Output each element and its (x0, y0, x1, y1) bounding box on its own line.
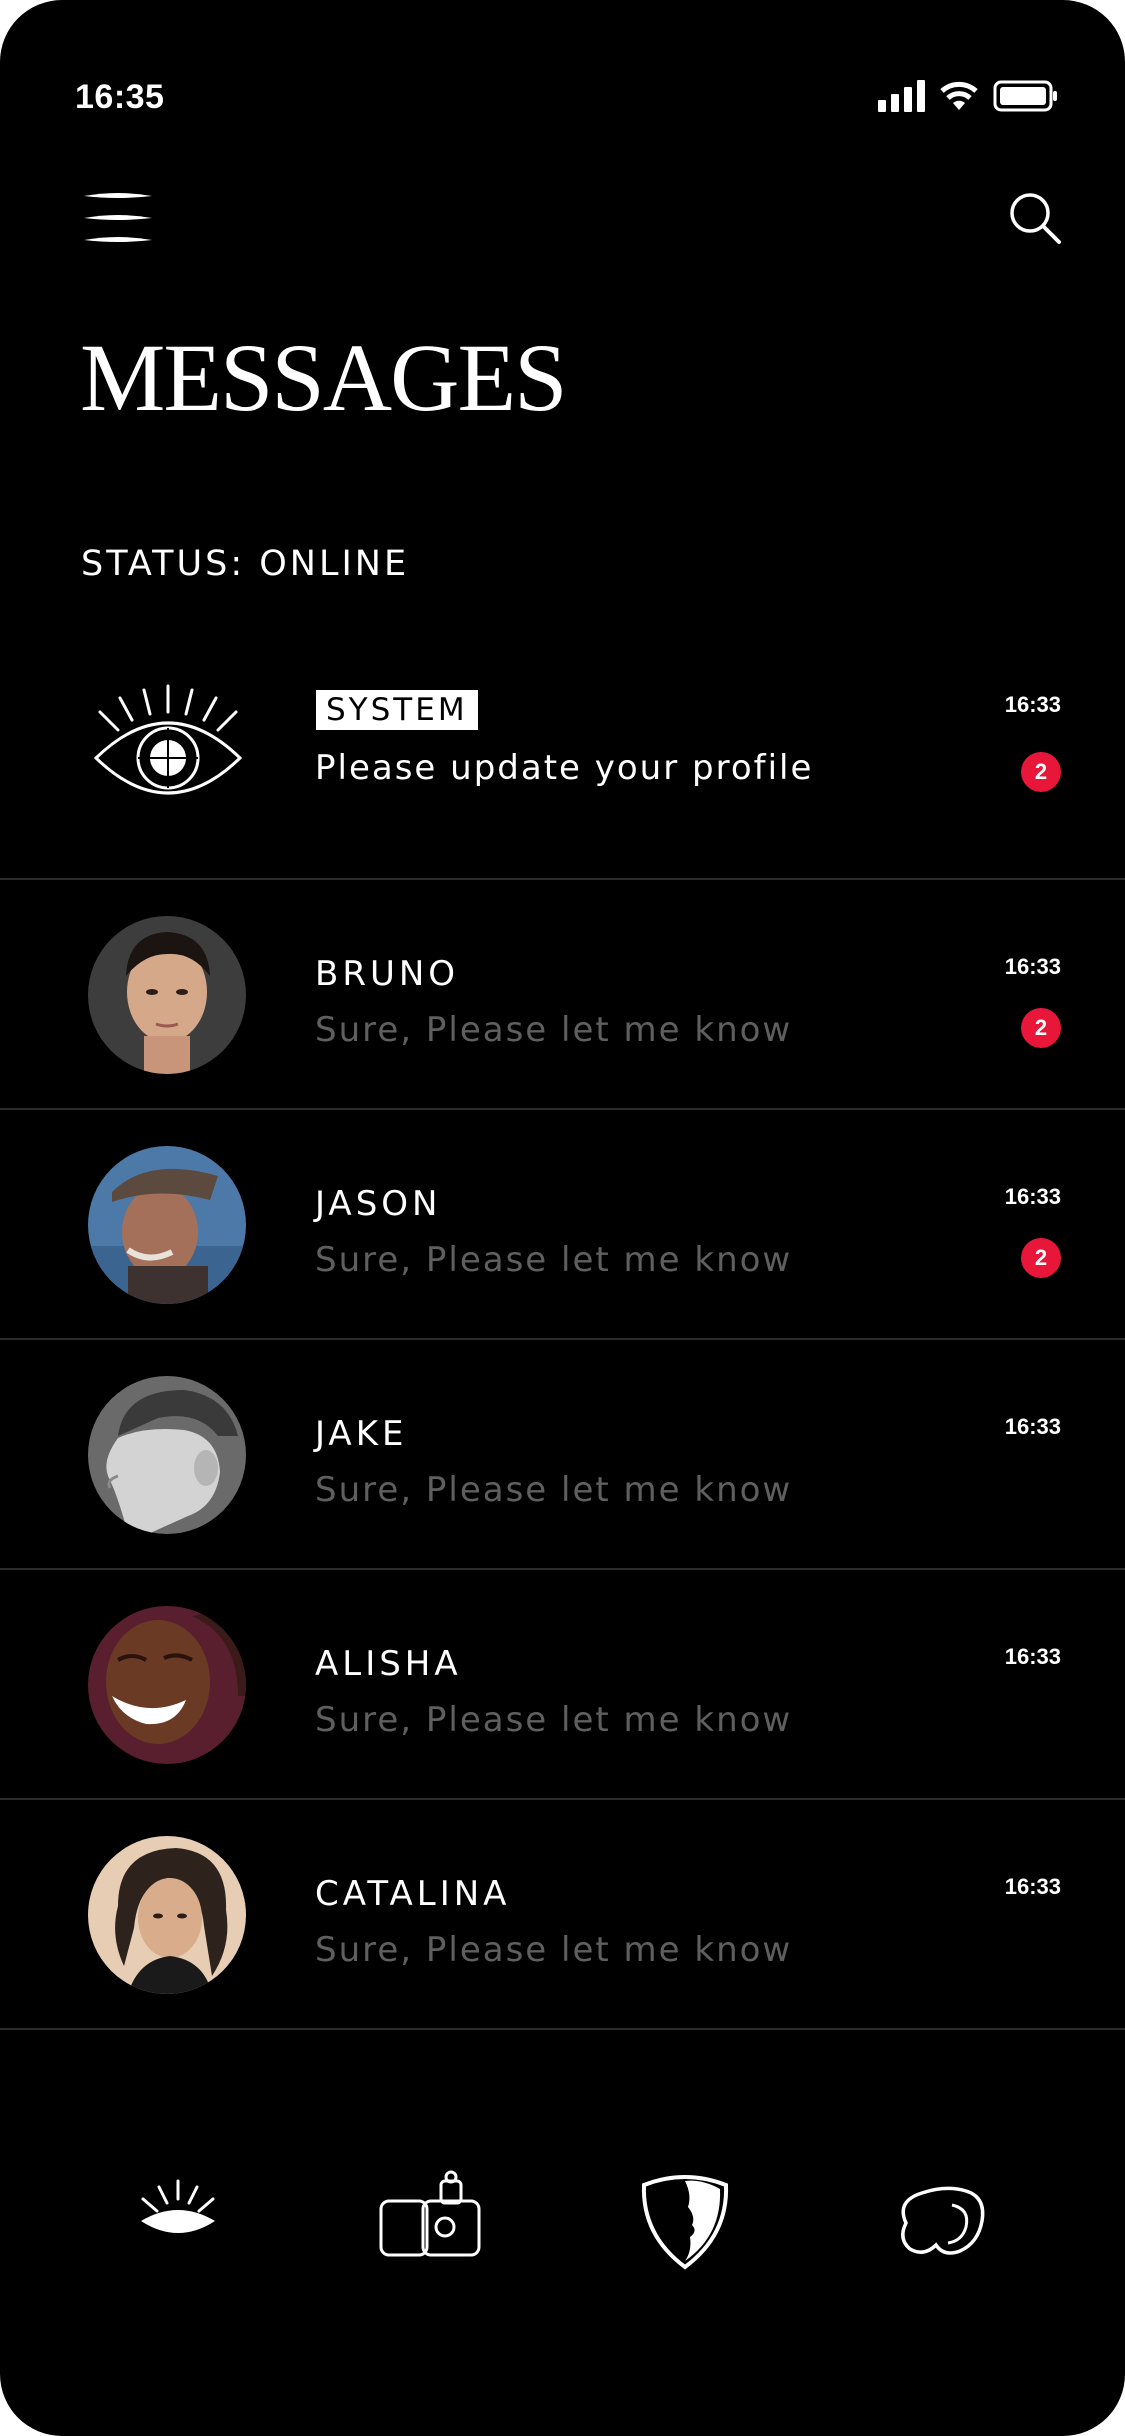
status-icons (878, 80, 1059, 112)
avatar (88, 1376, 246, 1534)
conversation-list: SYSTEM Please update your profile 16:33 … (0, 650, 1125, 2030)
eye-tab-icon[interactable] (123, 2165, 233, 2275)
search-icon[interactable] (1007, 190, 1063, 246)
eye-icon (93, 684, 243, 795)
message-time: 16:33 (1004, 692, 1061, 717)
signal-icon (878, 80, 925, 112)
blob-tab-icon[interactable] (886, 2165, 996, 2275)
message-time: 16:33 (1004, 1874, 1061, 1899)
avatar (88, 916, 246, 1074)
contact-name: CATALINA (315, 1874, 511, 1914)
phone-screen: 16:35 MESSAGES STATUS: ONLINE SYSTEM Ple… (0, 0, 1125, 2436)
contact-name: BRUNO (315, 954, 460, 994)
message-time: 16:33 (1004, 954, 1061, 979)
avatar (88, 1606, 246, 1764)
mask-tab-icon[interactable] (630, 2165, 740, 2275)
conversation-row-bruno[interactable]: BRUNO Sure, Please let me know 16:33 2 (0, 880, 1125, 1110)
message-preview: Sure, Please let me know (315, 1930, 793, 1970)
conversation-row-catalina[interactable]: CATALINA Sure, Please let me know 16:33 (0, 1800, 1125, 2030)
conversation-row-alisha[interactable]: ALISHA Sure, Please let me know 16:33 (0, 1570, 1125, 1800)
hamburger-menu-icon[interactable] (82, 190, 154, 246)
message-time: 16:33 (1004, 1414, 1061, 1439)
battery-icon (993, 80, 1057, 112)
message-preview: Sure, Please let me know (315, 1470, 793, 1510)
conversation-row-jason[interactable]: JASON Sure, Please let me know 16:33 2 (0, 1110, 1125, 1340)
contact-name: ALISHA (315, 1644, 462, 1684)
message-preview: Sure, Please let me know (315, 1700, 793, 1740)
wifi-icon (940, 81, 978, 110)
online-status: STATUS: ONLINE (81, 544, 410, 584)
conversation-row-system[interactable]: SYSTEM Please update your profile 16:33 … (0, 650, 1125, 880)
cards-tab-icon[interactable] (375, 2165, 485, 2275)
unread-badge: 2 (1021, 1008, 1061, 1048)
avatar (88, 1836, 246, 1994)
status-time: 16:35 (75, 78, 165, 116)
message-preview: Sure, Please let me know (315, 1240, 793, 1280)
page-title: MESSAGES (80, 324, 567, 431)
unread-badge: 2 (1021, 752, 1061, 792)
contact-name: JASON (315, 1184, 442, 1224)
bottom-tab-bar (0, 2165, 1125, 2275)
system-tag: SYSTEM (316, 690, 478, 730)
conversation-row-jake[interactable]: JAKE Sure, Please let me know 16:33 (0, 1340, 1125, 1570)
avatar (88, 1146, 246, 1304)
contact-name: JAKE (315, 1414, 408, 1454)
message-preview: Sure, Please let me know (315, 1010, 793, 1050)
unread-badge: 2 (1021, 1238, 1061, 1278)
message-preview: Please update your profile (315, 748, 814, 788)
message-time: 16:33 (1004, 1644, 1061, 1669)
message-time: 16:33 (1004, 1184, 1061, 1209)
